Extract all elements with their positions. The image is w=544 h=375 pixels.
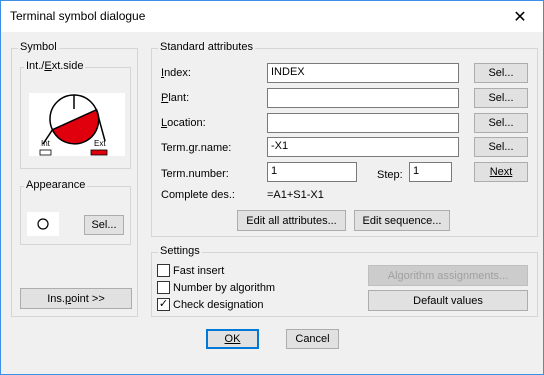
index-input[interactable]: INDEX: [267, 63, 459, 83]
terminal-group-name-input[interactable]: -X1: [267, 137, 459, 157]
plant-select-label: Sel...: [488, 92, 514, 104]
terminal-group-name-label: Term.gr.name:: [161, 142, 232, 154]
symbol-preview[interactable]: Int Ext: [29, 93, 125, 156]
step-label: Step:: [377, 169, 403, 181]
terminal-number-input[interactable]: 1: [267, 162, 357, 182]
step-input[interactable]: 1: [409, 162, 452, 182]
close-icon: ✕: [513, 8, 527, 26]
number-by-algorithm-checkbox[interactable]: [157, 281, 170, 294]
terminal-circle-icon: [37, 218, 49, 230]
complete-designation-label: Complete des.:: [161, 189, 235, 201]
ok-label: OK: [224, 333, 241, 345]
checkmark-icon: ✓: [158, 298, 169, 310]
check-designation-checkbox[interactable]: ✓: [157, 298, 170, 311]
edit-sequence-button[interactable]: Edit sequence...: [354, 210, 450, 231]
insertion-point-label: Ins.point >>: [47, 292, 105, 305]
cancel-button[interactable]: Cancel: [286, 329, 339, 349]
plant-select-button[interactable]: Sel...: [474, 88, 528, 108]
terminal-group-select-button[interactable]: Sel...: [474, 137, 528, 157]
algorithm-assignments-label: Algorithm assignments...: [387, 269, 509, 282]
default-values-label: Default values: [413, 294, 483, 307]
insertion-point-button[interactable]: Ins.point >>: [20, 288, 132, 309]
index-select-button[interactable]: Sel...: [474, 63, 528, 83]
plant-input[interactable]: [267, 88, 459, 108]
location-select-label: Sel...: [488, 117, 514, 129]
default-values-button[interactable]: Default values: [368, 290, 528, 311]
check-designation-label: Check designation: [173, 299, 264, 311]
edit-all-attributes-label: Edit all attributes...: [246, 214, 337, 227]
location-select-button[interactable]: Sel...: [474, 113, 528, 133]
preview-int-label: Int: [41, 139, 50, 148]
edit-sequence-label: Edit sequence...: [362, 214, 442, 227]
side-group-label: Int./Ext.side: [24, 60, 86, 72]
terminal-number-label: Term.number:: [161, 168, 229, 180]
algorithm-assignments-button[interactable]: Algorithm assignments...: [368, 265, 528, 286]
complete-designation-value: =A1+S1-X1: [267, 189, 324, 201]
appearance-group-label: Appearance: [24, 179, 88, 191]
plant-label: Plant:: [161, 92, 190, 104]
standard-attributes-label: Standard attributes: [158, 41, 255, 53]
next-label: Next: [489, 166, 513, 178]
close-button[interactable]: ✕: [497, 1, 543, 32]
number-by-algorithm-label: Number by algorithm: [173, 282, 276, 294]
terminal-group-select-label: Sel...: [488, 141, 514, 153]
title-bar: Terminal symbol dialogue ✕: [1, 1, 543, 32]
settings-group-label: Settings: [158, 245, 202, 257]
location-input[interactable]: [267, 113, 459, 133]
symbol-group-label: Symbol: [18, 41, 59, 53]
index-label: Index:: [161, 67, 191, 79]
appearance-preview: [27, 212, 59, 236]
fast-insert-checkbox[interactable]: [157, 264, 170, 277]
window-title: Terminal symbol dialogue: [10, 9, 146, 23]
appearance-select-button[interactable]: Sel...: [84, 215, 124, 235]
next-button[interactable]: Next: [474, 162, 528, 182]
dialog-window: Terminal symbol dialogue ✕ Symbol Int./E…: [0, 0, 544, 375]
index-select-label: Sel...: [488, 67, 514, 79]
cancel-label: Cancel: [295, 333, 330, 345]
fast-insert-label: Fast insert: [173, 265, 225, 277]
edit-all-attributes-button[interactable]: Edit all attributes...: [237, 210, 346, 231]
appearance-select-label: Sel...: [91, 219, 117, 231]
location-label: Location:: [161, 117, 206, 129]
ok-button[interactable]: OK: [206, 329, 259, 349]
preview-ext-label: Ext: [94, 139, 106, 148]
